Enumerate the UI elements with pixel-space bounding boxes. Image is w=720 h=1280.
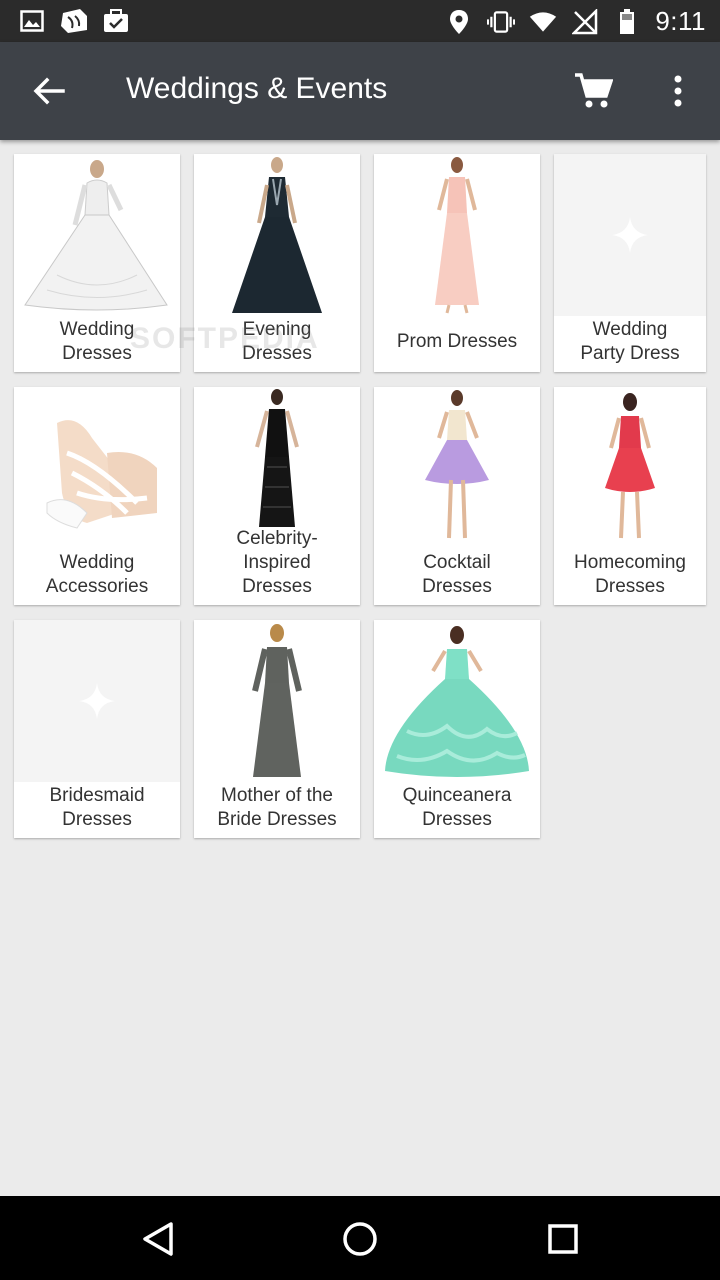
back-button[interactable] bbox=[22, 67, 76, 115]
category-label: Homecoming Dresses bbox=[574, 552, 686, 597]
arrow-left-icon bbox=[33, 77, 65, 105]
vibrate-icon bbox=[487, 8, 516, 36]
category-label: Quinceanera Dresses bbox=[402, 785, 512, 830]
category-label: Mother of the Bride Dresses bbox=[217, 785, 337, 830]
category-label: Evening Dresses bbox=[242, 319, 312, 364]
sparkle-icon bbox=[79, 683, 115, 719]
category-label: Bridesmaid Dresses bbox=[49, 785, 145, 830]
category-mother-of-the-bride-dresses[interactable]: Mother of the Bride Dresses bbox=[194, 620, 360, 838]
no-signal-icon bbox=[571, 8, 599, 36]
app-bar: Weddings & Events bbox=[0, 42, 720, 140]
page-title: Weddings & Events bbox=[126, 72, 388, 105]
wedding-dress-image bbox=[14, 154, 180, 316]
wifi-icon bbox=[529, 8, 557, 36]
category-homecoming-dresses[interactable]: Homecoming Dresses bbox=[554, 387, 706, 605]
category-quinceanera-dresses[interactable]: Quinceanera Dresses bbox=[374, 620, 540, 838]
category-celebrity-inspired-dresses[interactable]: Celebrity- Inspired Dresses bbox=[194, 387, 360, 605]
cocktail-dress-image bbox=[374, 387, 540, 549]
clock-time: 9:11 bbox=[655, 6, 706, 36]
navigation-bar bbox=[0, 1196, 720, 1280]
category-label: Wedding Party Dress bbox=[580, 319, 680, 364]
placeholder-image bbox=[14, 620, 180, 782]
category-label: Wedding Dresses bbox=[59, 319, 135, 364]
category-wedding-party-dress[interactable]: Wedding Party Dress bbox=[554, 154, 706, 372]
placeholder-image bbox=[554, 154, 706, 316]
nav-recents-button[interactable] bbox=[538, 1214, 588, 1264]
evening-dress-image bbox=[194, 154, 360, 316]
cart-icon bbox=[575, 73, 613, 108]
nav-back-button[interactable] bbox=[133, 1214, 183, 1264]
category-prom-dresses[interactable]: Prom Dresses bbox=[374, 154, 540, 372]
more-options-button[interactable] bbox=[654, 66, 702, 116]
status-bar: 9:11 bbox=[0, 0, 720, 42]
category-evening-dresses[interactable]: Evening Dresses bbox=[194, 154, 360, 372]
mother-bride-dress-image bbox=[194, 620, 360, 782]
prom-dress-image bbox=[374, 154, 540, 316]
celebrity-dress-image bbox=[194, 387, 360, 533]
category-label: Cocktail Dresses bbox=[422, 552, 492, 597]
battery-icon bbox=[613, 8, 641, 36]
category-bridesmaid-dresses[interactable]: Bridesmaid Dresses bbox=[14, 620, 180, 838]
quinceanera-dress-image bbox=[374, 620, 540, 782]
category-cocktail-dresses[interactable]: Cocktail Dresses bbox=[374, 387, 540, 605]
lace-gloves-image bbox=[14, 387, 180, 549]
briefcase-check-icon bbox=[102, 7, 130, 35]
cart-button[interactable] bbox=[566, 66, 620, 116]
wallet-icon bbox=[60, 7, 88, 35]
sparkle-icon bbox=[612, 217, 648, 253]
category-label: Prom Dresses bbox=[396, 331, 518, 352]
category-label: Wedding Accessories bbox=[45, 552, 149, 597]
back-triangle-icon bbox=[143, 1222, 173, 1256]
homecoming-dress-image bbox=[554, 387, 706, 549]
category-label: Celebrity- Inspired Dresses bbox=[236, 528, 318, 597]
recents-square-icon bbox=[548, 1224, 578, 1254]
category-wedding-dresses[interactable]: Wedding Dresses bbox=[14, 154, 180, 372]
more-vert-icon bbox=[674, 75, 682, 107]
image-icon bbox=[18, 7, 46, 35]
category-wedding-accessories[interactable]: Wedding Accessories bbox=[14, 387, 180, 605]
location-icon bbox=[445, 8, 473, 36]
nav-home-button[interactable] bbox=[335, 1214, 385, 1264]
home-circle-icon bbox=[343, 1222, 377, 1256]
